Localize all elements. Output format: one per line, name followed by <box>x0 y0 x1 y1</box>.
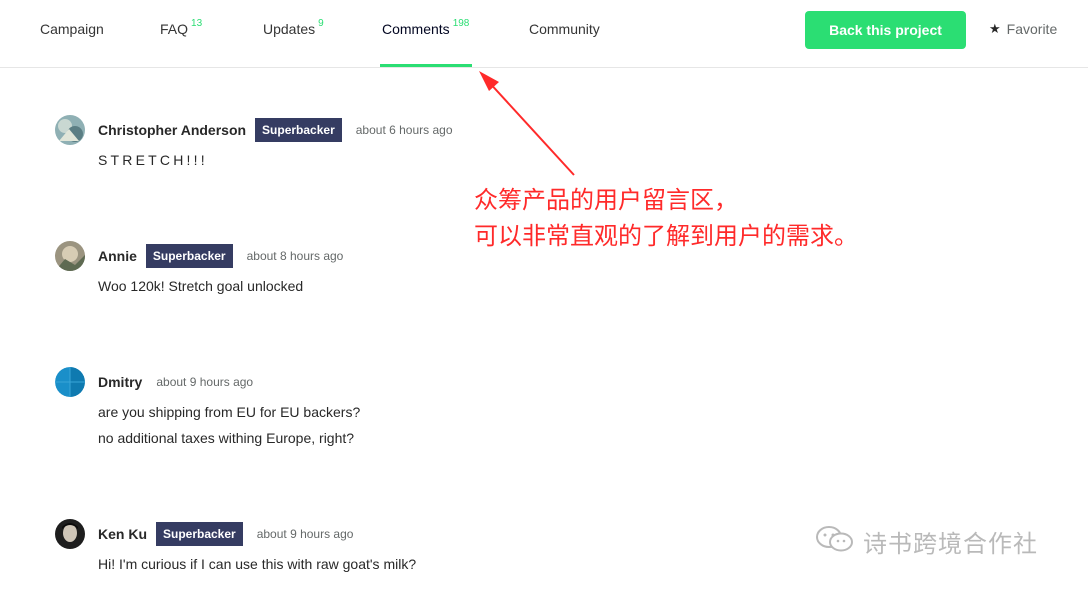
tab-faq[interactable]: FAQ 13 <box>160 18 203 37</box>
comment-text: are you shipping from EU for EU backers? <box>98 404 361 420</box>
tab-label: Campaign <box>40 21 104 37</box>
comment-text: Hi! I'm curious if I can use this with r… <box>98 556 417 572</box>
comment-time[interactable]: about 9 hours ago <box>156 375 253 389</box>
wechat-icon <box>815 525 855 558</box>
commenter-name[interactable]: Annie <box>98 248 137 264</box>
commenter-name[interactable]: Christopher Anderson <box>98 122 246 138</box>
favorite-label: Favorite <box>1006 21 1058 37</box>
tab-count: 13 <box>191 18 203 29</box>
annotation-line: 众筹产品的用户留言区， <box>474 186 738 214</box>
comment-time[interactable]: about 8 hours ago <box>247 249 344 263</box>
tab-label: Comments <box>382 21 450 37</box>
commenter-name[interactable]: Ken Ku <box>98 526 147 542</box>
superbacker-badge: Superbacker <box>145 244 233 268</box>
tab-count: 198 <box>452 18 470 29</box>
superbacker-badge: Superbacker <box>156 522 243 546</box>
comment-header: Ken Ku Superbacker about 9 hours ago <box>98 519 353 549</box>
avatar[interactable] <box>55 367 85 397</box>
annotation-text: 众筹产品的用户留言区， 可以非常直观的了解到用户的需求。 <box>474 182 858 254</box>
comment-text: STRETCH!!! <box>98 152 208 168</box>
avatar[interactable] <box>55 115 85 145</box>
avatar[interactable] <box>55 241 85 271</box>
annotation-line: 可以非常直观的了解到用户的需求。 <box>474 222 858 250</box>
watermark-text: 诗书跨境合作社 <box>863 531 1038 558</box>
commenter-name[interactable]: Dmitry <box>98 374 142 390</box>
avatar[interactable] <box>55 519 85 549</box>
tab-count: 9 <box>318 18 324 29</box>
star-icon: ★ <box>989 21 1001 36</box>
tab-comments[interactable]: Comments 198 <box>382 18 470 37</box>
tab-community[interactable]: Community <box>529 21 600 37</box>
comment-header: Annie Superbacker about 8 hours ago <box>98 241 343 271</box>
comment-time[interactable]: about 9 hours ago <box>257 527 354 541</box>
active-tab-indicator <box>380 64 472 67</box>
comment-text: Woo 120k! Stretch goal unlocked <box>98 278 304 294</box>
superbacker-badge: Superbacker <box>255 118 342 142</box>
watermark: 诗书跨境合作社 <box>815 524 1038 559</box>
favorite-button[interactable]: ★ Favorite <box>989 21 1057 37</box>
comment-time[interactable]: about 6 hours ago <box>356 123 453 137</box>
tab-label: FAQ <box>160 21 189 37</box>
tab-campaign[interactable]: Campaign <box>40 21 104 37</box>
back-this-project-button[interactable]: Back this project <box>805 11 966 49</box>
project-nav: Campaign FAQ 13 Updates 9 Comments 198 Comm… <box>0 0 1088 68</box>
comment-text: no additional taxes withing Europe, righ… <box>98 430 355 446</box>
tab-updates[interactable]: Updates 9 <box>263 18 324 37</box>
tab-label: Updates <box>263 21 316 37</box>
comment-header: Christopher Anderson Superbacker about 6… <box>98 115 453 145</box>
tab-label: Community <box>529 21 600 37</box>
comment-header: Dmitry about 9 hours ago <box>98 367 253 397</box>
